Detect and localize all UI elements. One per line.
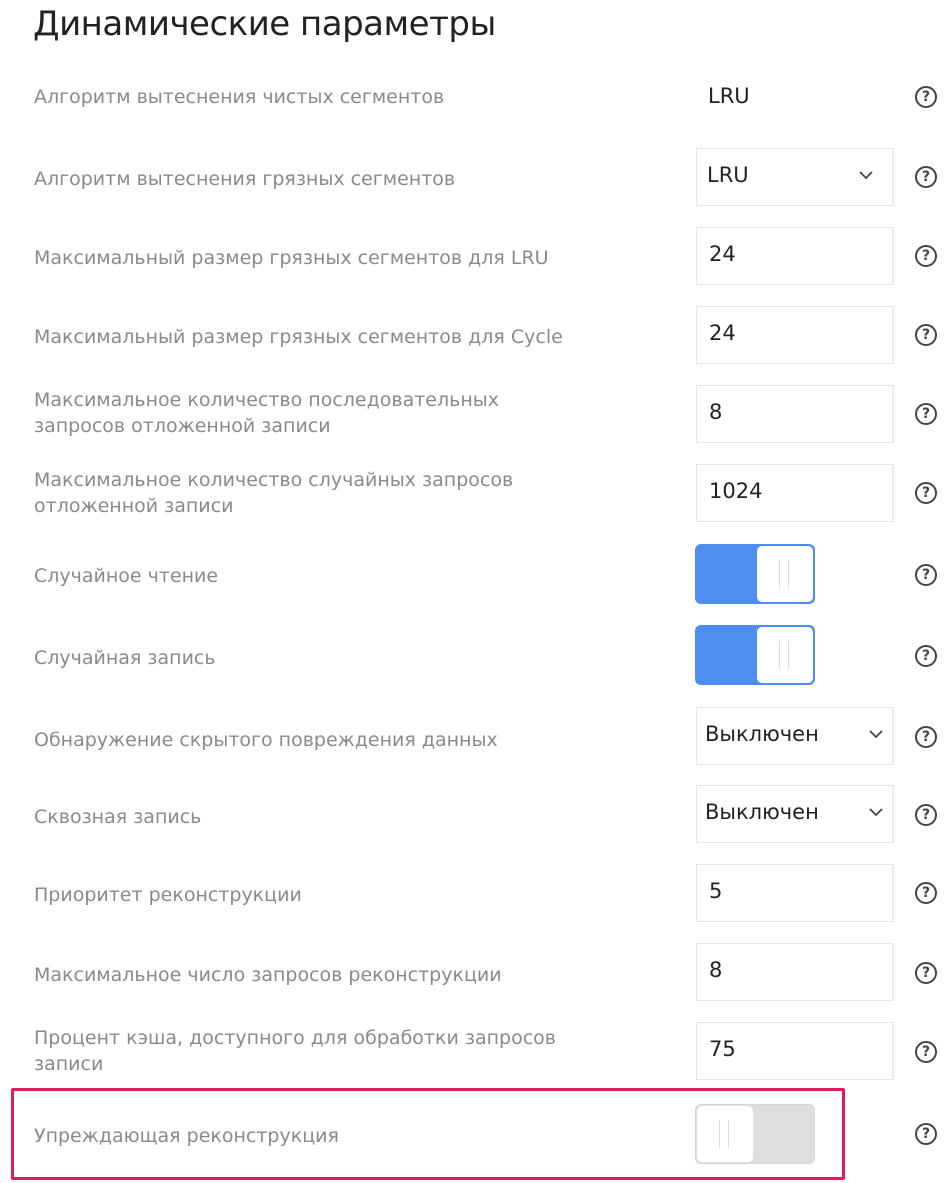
cache-write-percent-label-line1: Процент кэша, доступного для обработки з… xyxy=(34,1027,556,1049)
toggle-knob xyxy=(757,546,813,602)
rebuild-priority-value: 5 xyxy=(709,879,723,903)
grip-icon xyxy=(719,1120,729,1148)
help-icon[interactable]: ? xyxy=(915,1041,937,1063)
rebuild-priority-input[interactable]: 5 xyxy=(696,864,894,922)
max-seq-writeback-label: Максимальное количество последовательных… xyxy=(34,387,654,439)
max-rand-writeback-label-line2: отложенной записи xyxy=(34,495,234,517)
max-rand-writeback-label-line1: Максимальное количество случайных запрос… xyxy=(34,469,514,491)
max-seq-writeback-label-line2: запросов отложенной записи xyxy=(34,415,331,437)
toggle-knob xyxy=(697,1106,753,1162)
max-rebuild-requests-input[interactable]: 8 xyxy=(696,943,894,1001)
cache-write-percent-label-line2: записи xyxy=(34,1053,104,1075)
write-through-label: Сквозная запись xyxy=(34,806,202,828)
max-seq-writeback-input[interactable]: 8 xyxy=(696,385,894,443)
help-icon[interactable]: ? xyxy=(915,1123,937,1145)
dirty-eviction-label: Алгоритм вытеснения грязных сегментов xyxy=(34,168,456,190)
random-write-toggle[interactable] xyxy=(695,625,815,685)
max-seq-writeback-value: 8 xyxy=(709,400,723,424)
help-icon[interactable]: ? xyxy=(915,166,937,188)
help-icon[interactable]: ? xyxy=(915,86,937,108)
help-icon[interactable]: ? xyxy=(915,245,937,267)
silent-corruption-label: Обнаружение скрытого повреждения данных xyxy=(34,729,498,751)
random-write-label: Случайная запись xyxy=(34,647,216,669)
grip-icon xyxy=(779,560,789,588)
clean-eviction-label: Алгоритм вытеснения чистых сегментов xyxy=(34,86,445,108)
chevron-down-icon xyxy=(869,730,883,739)
grip-icon xyxy=(779,641,789,669)
cache-write-percent-value: 75 xyxy=(709,1037,736,1061)
max-dirty-cycle-label: Максимальный размер грязных сегментов дл… xyxy=(34,326,563,348)
help-icon[interactable]: ? xyxy=(915,804,937,826)
cache-write-percent-label: Процент кэша, доступного для обработки з… xyxy=(34,1025,654,1077)
max-rebuild-requests-value: 8 xyxy=(709,958,723,982)
random-read-toggle[interactable] xyxy=(695,544,815,604)
clean-eviction-value: LRU xyxy=(708,84,750,108)
max-rand-writeback-label: Максимальное количество случайных запрос… xyxy=(34,467,654,519)
page-title: Динамические параметры xyxy=(33,4,496,44)
help-icon[interactable]: ? xyxy=(915,403,937,425)
max-dirty-lru-input[interactable]: 24 xyxy=(696,227,894,285)
max-rand-writeback-value: 1024 xyxy=(709,479,763,503)
help-icon[interactable]: ? xyxy=(915,564,937,586)
dirty-eviction-select[interactable]: LRU xyxy=(696,148,894,206)
toggle-knob xyxy=(757,627,813,683)
random-read-label: Случайное чтение xyxy=(34,565,219,587)
write-through-value: Выключен xyxy=(705,800,819,824)
chevron-down-icon xyxy=(869,808,883,817)
proactive-rebuild-label: Упреждающая реконструкция xyxy=(34,1125,339,1147)
help-icon[interactable]: ? xyxy=(915,324,937,346)
rebuild-priority-label: Приоритет реконструкции xyxy=(34,884,302,906)
help-icon[interactable]: ? xyxy=(915,482,937,504)
help-icon[interactable]: ? xyxy=(915,726,937,748)
help-icon[interactable]: ? xyxy=(915,645,937,667)
dirty-eviction-value: LRU xyxy=(707,163,749,187)
max-seq-writeback-label-line1: Максимальное количество последовательных xyxy=(34,389,499,411)
max-dirty-lru-value: 24 xyxy=(709,242,736,266)
write-through-select[interactable]: Выключен xyxy=(696,785,894,843)
help-icon[interactable]: ? xyxy=(915,882,937,904)
cache-write-percent-input[interactable]: 75 xyxy=(696,1022,894,1080)
proactive-rebuild-toggle[interactable] xyxy=(695,1104,815,1164)
max-dirty-lru-label: Максимальный размер грязных сегментов дл… xyxy=(34,247,549,269)
silent-corruption-value: Выключен xyxy=(705,722,819,746)
max-dirty-cycle-value: 24 xyxy=(709,321,736,345)
max-dirty-cycle-input[interactable]: 24 xyxy=(696,306,894,364)
chevron-down-icon xyxy=(859,171,873,180)
max-rand-writeback-input[interactable]: 1024 xyxy=(696,464,894,522)
help-icon[interactable]: ? xyxy=(915,962,937,984)
silent-corruption-select[interactable]: Выключен xyxy=(696,707,894,765)
max-rebuild-requests-label: Максимальное число запросов реконструкци… xyxy=(34,964,502,986)
